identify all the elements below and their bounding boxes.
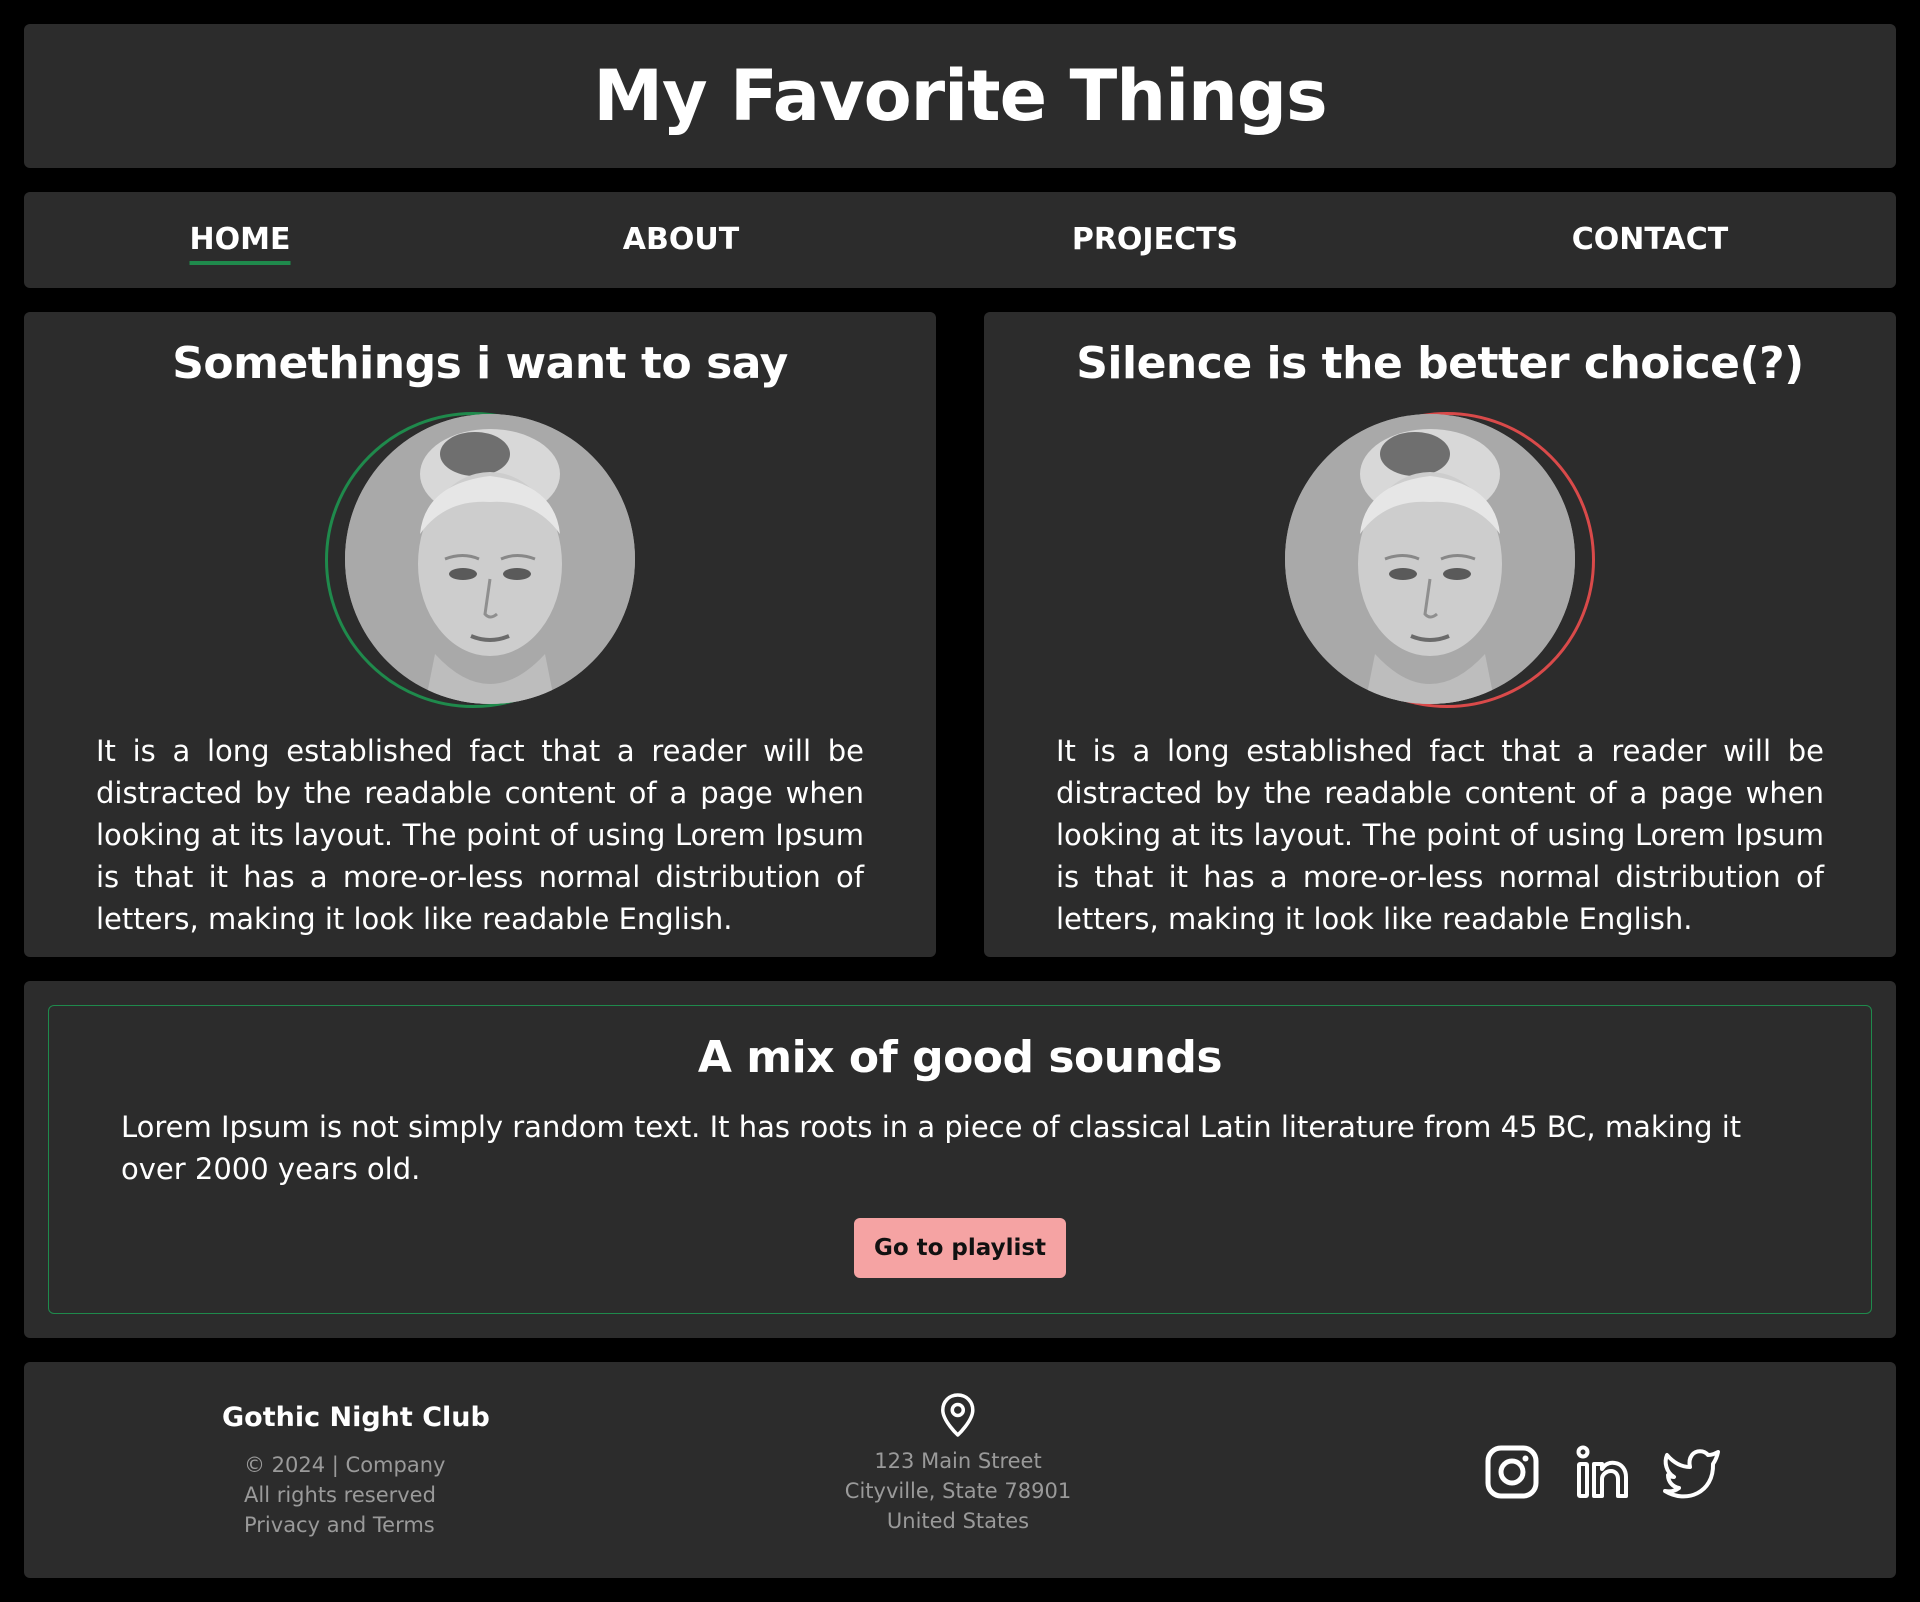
nav-home-label: HOME — [189, 222, 291, 265]
page-title: My Favorite Things — [593, 55, 1327, 137]
rights-text: All rights reserved — [244, 1483, 436, 1507]
location-pin-icon — [941, 1393, 975, 1437]
site-header: My Favorite Things — [24, 24, 1896, 168]
nav-contact[interactable]: CONTACT — [1572, 192, 1728, 288]
sounds-body: Lorem Ipsum is not simply random text. I… — [121, 1110, 1742, 1186]
instagram-icon[interactable] — [1482, 1442, 1542, 1502]
nav-about-label: ABOUT — [622, 222, 740, 257]
sounds-title: A mix of good sounds — [697, 1032, 1223, 1083]
sounds-box: A mix of good sounds Lorem Ipsum is not … — [48, 1005, 1872, 1314]
address-city: Cityville, State 78901 — [844, 1479, 1072, 1503]
footer-address: 123 Main Street Cityville, State 78901 U… — [845, 1392, 1071, 1536]
card-body: It is a long established fact that a rea… — [1056, 734, 1824, 936]
twitter-icon[interactable] — [1662, 1442, 1722, 1502]
nav-projects-label: PROJECTS — [1071, 222, 1239, 257]
card-say: Somethings i want to say It is a long es… — [24, 312, 936, 957]
address-street: 123 Main Street — [874, 1449, 1042, 1473]
card-silence: Silence is the better choice(?) It is a … — [984, 312, 1896, 957]
card-body: It is a long established fact that a rea… — [96, 734, 864, 936]
footer-legal: © 2024 | Company All rights reserved Pri… — [244, 1450, 445, 1540]
avatar — [345, 414, 635, 704]
sounds-section: A mix of good sounds Lorem Ipsum is not … — [24, 981, 1896, 1338]
address-country: United States — [886, 1509, 1030, 1533]
privacy-terms-link[interactable]: Privacy and Terms — [244, 1510, 445, 1540]
go-to-playlist-button[interactable]: Go to playlist — [853, 1218, 1067, 1278]
portrait-image — [345, 414, 635, 704]
page: My Favorite Things HOME ABOUT PROJECTS C… — [0, 0, 1920, 1602]
card-title: Somethings i want to say — [172, 338, 788, 389]
card-title: Silence is the better choice(?) — [1076, 338, 1804, 389]
avatar — [1285, 414, 1575, 704]
nav-home[interactable]: HOME — [189, 192, 291, 288]
copyright-text: © 2024 | Company — [244, 1453, 446, 1477]
avatar-wrap — [325, 412, 635, 708]
nav-projects[interactable]: PROJECTS — [1072, 192, 1238, 288]
main-nav: HOME ABOUT PROJECTS CONTACT — [24, 192, 1896, 288]
footer-brand: Gothic Night Club — [222, 1402, 490, 1433]
avatar-wrap — [1285, 412, 1595, 708]
portrait-image — [1285, 414, 1575, 704]
linkedin-icon[interactable] — [1572, 1442, 1632, 1502]
nav-contact-label: CONTACT — [1571, 222, 1729, 257]
nav-about[interactable]: ABOUT — [623, 192, 739, 288]
site-footer: Gothic Night Club © 2024 | Company All r… — [24, 1362, 1896, 1578]
